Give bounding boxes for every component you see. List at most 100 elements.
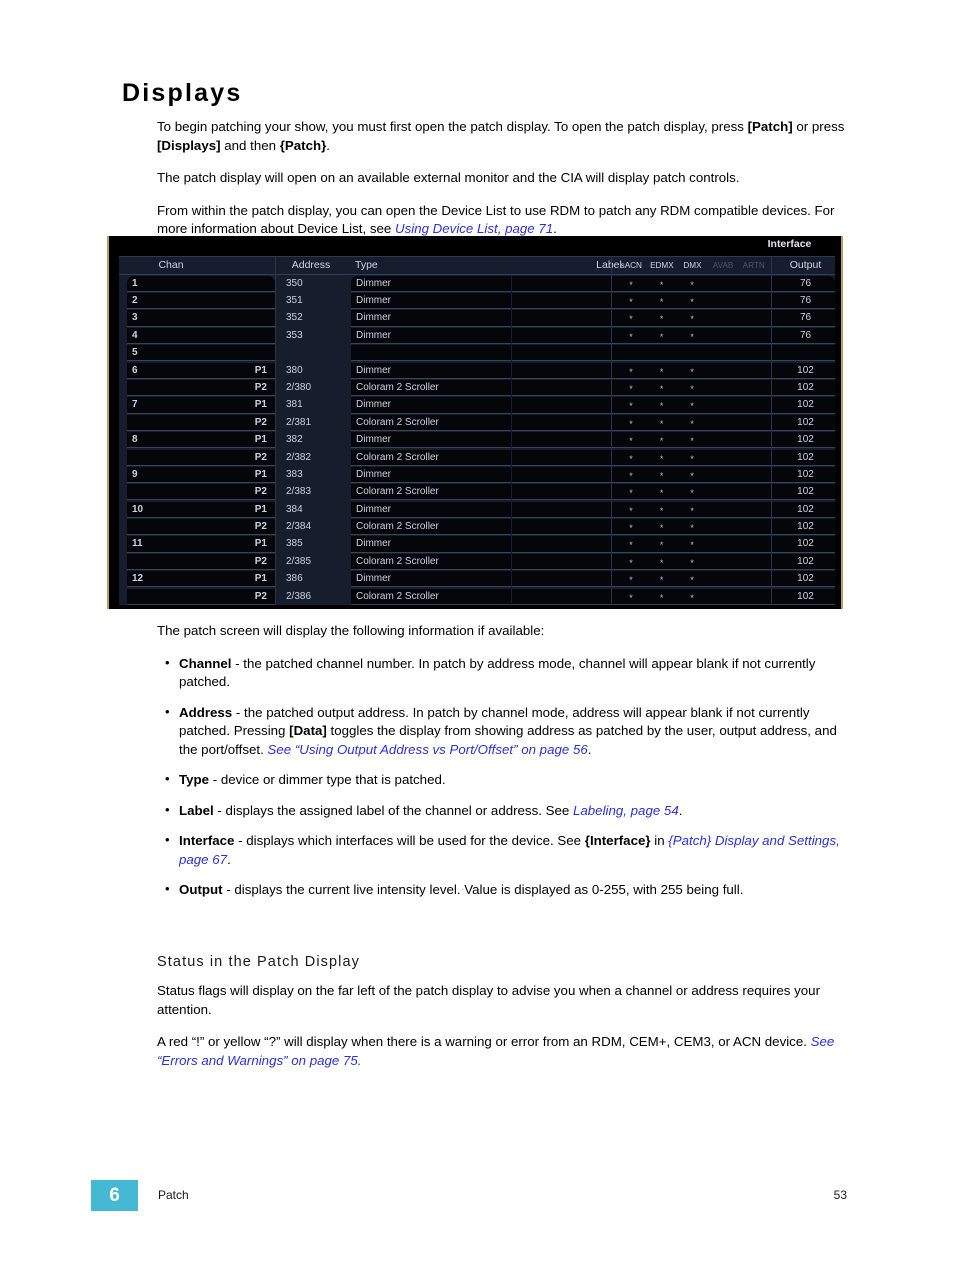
paragraph: A red “!” or yellow “?” will display whe…: [157, 1033, 851, 1070]
cell-chan: 10: [132, 503, 144, 515]
cell-type: Coloram 2 Scroller: [356, 381, 439, 393]
table-row[interactable]: 2 351 Dimmer * * * 76: [119, 292, 835, 310]
cell-chan: 9: [132, 468, 138, 480]
patch-display-screenshot[interactable]: Interface Chan Address Type Label sACN EDMX DM…: [107, 236, 843, 609]
cell-chan: 2: [132, 294, 138, 306]
table-row[interactable]: 8 P1 382 Dimmer * * * 102: [119, 432, 835, 449]
cell-background: [738, 501, 769, 518]
body-text: .: [678, 802, 683, 818]
table-row[interactable]: 9 P1 383 Dimmer * * * 102: [119, 466, 835, 484]
cell-background: [738, 449, 769, 466]
cell-type: Dimmer: [356, 503, 391, 515]
cross-reference-link[interactable]: Using Device List, page 71: [395, 221, 553, 236]
table-row[interactable]: 4 353 Dimmer * * * 76: [119, 327, 835, 344]
list-item: Interface - displays which interfaces wi…: [157, 831, 851, 869]
table-row[interactable]: P2 2/382 Coloram 2 Scroller * * * 102: [119, 449, 835, 466]
cell-output: 102: [797, 573, 814, 585]
table-row[interactable]: 10 P1 384 Dimmer * * * 102: [119, 501, 835, 518]
cross-reference-link[interactable]: See “Using Output Address vs Port/Offset…: [267, 742, 587, 757]
cross-reference-link[interactable]: Labeling, page 54: [573, 803, 679, 818]
cell-type: Dimmer: [356, 364, 391, 376]
table-row[interactable]: P2 2/383 Coloram 2 Scroller * * * 102: [119, 484, 835, 501]
table-row[interactable]: P2 2/386 Coloram 2 Scroller * * * 102: [119, 588, 835, 605]
cell-output: 76: [799, 294, 812, 306]
cell-type: Dimmer: [356, 312, 391, 324]
column-header-chan[interactable]: Chan: [127, 259, 215, 271]
cell-background: [707, 379, 738, 397]
cell-port: P1: [254, 364, 267, 376]
body-text: To begin patching your show, you must fi…: [157, 119, 748, 134]
cell-background: [707, 519, 738, 536]
table-row[interactable]: 6 P1 380 Dimmer * * * 102: [119, 362, 835, 379]
cell-background: [707, 484, 738, 501]
body-text: - displays the assigned label of the cha…: [213, 802, 573, 818]
patch-table-header: Chan Address Type Label sACN EDMX DMX AVAB ARTN O…: [119, 257, 835, 275]
emphasis-text: [Displays]: [157, 137, 221, 153]
cell-type: Dimmer: [356, 468, 391, 480]
body-text: A red “!” or yellow “?” will display whe…: [157, 1034, 811, 1049]
body-text: The patch display will open on an availa…: [157, 170, 740, 185]
table-row[interactable]: 11 P1 385 Dimmer * * * 102: [119, 536, 835, 553]
cell-background: [616, 345, 646, 362]
table-row[interactable]: 5: [119, 345, 835, 362]
table-row[interactable]: 12 P1 386 Dimmer * * * 102: [119, 571, 835, 588]
paragraph: To begin patching your show, you must fi…: [157, 118, 851, 155]
cell-background: [738, 432, 769, 449]
column-header-address[interactable]: Address: [261, 259, 361, 271]
cell-background: [738, 379, 769, 397]
column-header-iface-edmx[interactable]: EDMX: [647, 261, 678, 270]
emphasis-text: {Interface}: [584, 833, 651, 848]
cell-output: 102: [797, 364, 814, 376]
cell-chan: 4: [132, 329, 138, 341]
column-header-iface-artn[interactable]: ARTN: [738, 261, 769, 270]
cell-background: [677, 345, 708, 362]
intro-block: To begin patching your show, you must fi…: [157, 118, 851, 253]
cell-type: Coloram 2 Scroller: [356, 416, 439, 428]
cell-chan: 6: [132, 364, 138, 376]
cell-port: P2: [254, 416, 267, 428]
table-row[interactable]: P2 2/384 Coloram 2 Scroller * * * 102: [119, 518, 835, 536]
cell-output: 102: [797, 555, 814, 567]
body-text: - displays which interfaces will be used…: [234, 833, 585, 848]
list-item: Type - device or dimmer type that is pat…: [157, 770, 851, 790]
cell-type: Dimmer: [356, 329, 391, 341]
body-text: or press: [792, 119, 845, 134]
table-row[interactable]: P2 2/385 Coloram 2 Scroller * * * 102: [119, 553, 835, 571]
paragraph: Status flags will display on the far lef…: [157, 982, 851, 1019]
cell-output: 102: [797, 486, 814, 498]
cell-port: P2: [254, 486, 267, 498]
column-header-iface-avab[interactable]: AVAB: [708, 261, 739, 270]
cell-background: [707, 553, 738, 571]
body-text: .: [553, 221, 557, 236]
separator-label-interface: [611, 257, 612, 606]
cell-background: [707, 501, 738, 518]
cell-type: Dimmer: [356, 538, 391, 550]
cell-output: 102: [797, 521, 814, 533]
emphasis-text: [Patch]: [747, 119, 793, 134]
cell-background: [707, 310, 738, 327]
list-item: Address - the patched output address. In…: [157, 703, 851, 760]
cell-output: 76: [799, 329, 812, 341]
cell-background: [738, 536, 769, 553]
patch-table[interactable]: Chan Address Type Label sACN EDMX DMX AVAB ARTN O…: [119, 256, 835, 606]
cell-background: [646, 345, 677, 362]
cell-output: 102: [797, 468, 814, 480]
table-row[interactable]: 1 350 Dimmer * * * 76: [119, 275, 835, 292]
table-row[interactable]: P2 2/380 Coloram 2 Scroller * * * 102: [119, 379, 835, 397]
table-row[interactable]: 7 P1 381 Dimmer * * * 102: [119, 397, 835, 414]
cell-output: 102: [797, 590, 814, 602]
table-row[interactable]: 3 352 Dimmer * * * 76: [119, 310, 835, 327]
patch-info-block: The patch screen will display the follow…: [157, 622, 851, 912]
cell-port: P1: [254, 503, 267, 515]
column-header-iface-sacn[interactable]: sACN: [616, 261, 647, 270]
table-row[interactable]: P2 2/381 Coloram 2 Scroller * * * 102: [119, 414, 835, 431]
chapter-label: Patch: [158, 1188, 189, 1202]
cell-background: [707, 449, 738, 466]
body-text: - the patched channel number. In patch b…: [179, 655, 816, 690]
chapter-number-badge: 6: [91, 1180, 138, 1211]
column-header-iface-dmx[interactable]: DMX: [677, 261, 708, 270]
cell-chan: 7: [132, 399, 138, 411]
body-text: - device or dimmer type that is patched.: [209, 772, 446, 787]
cell-chan: 1: [132, 277, 138, 289]
column-header-output[interactable]: Output: [776, 259, 835, 271]
